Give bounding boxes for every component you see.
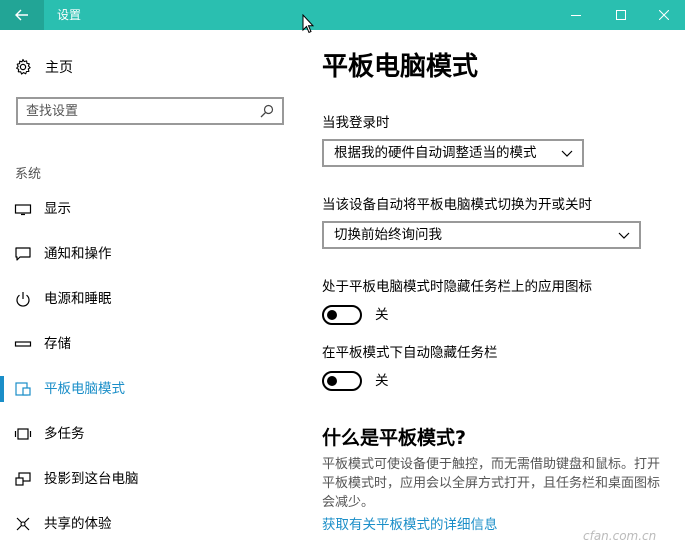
close-button[interactable] [641, 0, 685, 30]
sidebar-item-label: 投影到这台电脑 [44, 471, 139, 487]
title-bar: 设置 [0, 0, 685, 30]
hide-app-icons-label: 处于平板电脑模式时隐藏任务栏上的应用图标 [322, 279, 592, 295]
signin-mode-dropdown[interactable]: 根据我的硬件自动调整适当的模式 [322, 139, 584, 167]
storage-icon [14, 341, 32, 347]
sidebar-item-label: 共享的体验 [44, 516, 112, 532]
projecting-icon [15, 472, 31, 486]
toggle-knob [327, 376, 337, 386]
multitasking-icon [14, 428, 32, 440]
sidebar-item-label: 存储 [44, 336, 71, 352]
chevron-down-icon [561, 150, 573, 157]
hide-taskbar-state: 关 [375, 373, 389, 389]
sidebar-item-storage[interactable]: 存储 [0, 329, 300, 359]
sidebar-item-display[interactable]: 显示 [0, 194, 300, 224]
hide-taskbar-label: 在平板模式下自动隐藏任务栏 [322, 345, 498, 361]
home-label: 主页 [45, 60, 73, 76]
hide-app-icons-state: 关 [375, 307, 389, 323]
minimize-button[interactable] [553, 0, 599, 30]
watermark: cfan.com.cn [583, 529, 657, 543]
page-title: 平板电脑模式 [322, 52, 479, 82]
signin-mode-value: 根据我的硬件自动调整适当的模式 [334, 145, 537, 161]
chevron-down-icon [618, 232, 630, 239]
sidebar-item-shared-experiences[interactable]: 共享的体验 [0, 509, 300, 539]
sidebar-item-tablet-mode[interactable]: 平板电脑模式 [0, 374, 300, 404]
sidebar-item-multitasking[interactable]: 多任务 [0, 419, 300, 449]
sidebar-item-label: 显示 [44, 201, 71, 217]
active-indicator [0, 376, 4, 402]
sidebar-item-power[interactable]: 电源和睡眠 [0, 284, 300, 314]
back-arrow-icon [15, 9, 28, 21]
gear-icon [16, 58, 31, 75]
back-button[interactable] [0, 0, 44, 30]
sidebar-item-projecting[interactable]: 投影到这台电脑 [0, 464, 300, 494]
search-input[interactable] [26, 102, 246, 120]
search-box[interactable] [16, 97, 284, 125]
sidebar-item-label: 平板电脑模式 [44, 381, 125, 397]
window-title: 设置 [57, 8, 82, 22]
shared-experiences-icon [16, 517, 30, 531]
search-icon[interactable] [260, 104, 274, 118]
tablet-mode-description: 平板模式可使设备便于触控，而无需借助键盘和鼠标。打开平板模式时，应用会以全屏方式… [322, 457, 661, 510]
toggle-knob [327, 310, 337, 320]
notification-icon [15, 247, 31, 261]
maximize-icon [616, 10, 626, 20]
close-icon [659, 10, 669, 20]
hide-taskbar-toggle[interactable] [322, 371, 362, 391]
mouse-cursor-icon [302, 14, 314, 34]
minimize-icon [571, 15, 581, 16]
home-link[interactable]: 主页 [14, 55, 73, 79]
auto-switch-label: 当该设备自动将平板电脑模式切换为开或关时 [322, 197, 592, 213]
what-is-tablet-mode-heading: 什么是平板模式? [322, 427, 467, 449]
section-title-system: 系统 [15, 167, 42, 182]
sidebar-item-label: 多任务 [44, 426, 85, 442]
monitor-icon [14, 204, 32, 216]
learn-more-link[interactable]: 获取有关平板模式的详细信息 [322, 516, 498, 534]
power-icon [16, 292, 30, 307]
hide-app-icons-toggle[interactable] [322, 305, 362, 325]
auto-switch-dropdown[interactable]: 切换前始终询问我 [322, 221, 641, 249]
sidebar-item-label: 通知和操作 [44, 246, 112, 262]
auto-switch-value: 切换前始终询问我 [334, 227, 442, 243]
sidebar-item-notifications[interactable]: 通知和操作 [0, 239, 300, 269]
signin-label: 当我登录时 [322, 115, 390, 131]
tablet-mode-icon [15, 382, 31, 396]
sidebar-item-label: 电源和睡眠 [44, 291, 112, 307]
maximize-button[interactable] [598, 0, 644, 30]
